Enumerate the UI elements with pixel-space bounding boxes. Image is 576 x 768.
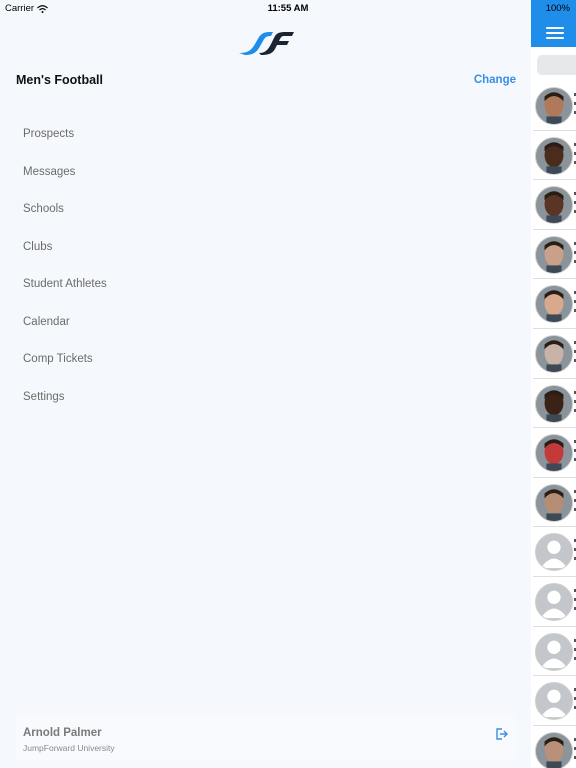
athlete-avatar (535, 186, 573, 225)
athlete-list-item[interactable] (533, 726, 576, 768)
athlete-avatar (535, 136, 573, 175)
nav-menu: Prospects Messages Schools Clubs Student Ath… (23, 120, 323, 420)
athlete-avatar (535, 582, 573, 621)
athlete-list-item[interactable] (533, 230, 576, 280)
team-title: Men's Football (16, 73, 103, 87)
nav-item-calendar[interactable]: Calendar (23, 308, 323, 346)
nav-item-messages[interactable]: Messages (23, 158, 323, 196)
battery-indicator: 100% (546, 3, 570, 14)
athlete-avatar (535, 235, 573, 274)
athlete-list-item[interactable] (533, 379, 576, 429)
athlete-list (531, 81, 576, 768)
team-header: Men's Football Change (16, 73, 516, 91)
status-time: 11:55 AM (267, 3, 309, 14)
athlete-avatar (535, 334, 573, 373)
nav-item-clubs[interactable]: Clubs (23, 233, 323, 271)
athlete-list-item[interactable] (533, 428, 576, 478)
battery-percent: 100% (545, 3, 570, 14)
athlete-list-item[interactable] (533, 81, 576, 131)
athlete-list-item[interactable] (533, 478, 576, 528)
athlete-list-item[interactable] (533, 279, 576, 329)
nav-item-schools[interactable]: Schools (23, 195, 323, 233)
user-name: Arnold Palmer (23, 727, 102, 739)
athlete-avatar (535, 434, 573, 473)
athlete-list-item[interactable] (533, 131, 576, 181)
athlete-avatar (535, 632, 573, 671)
athlete-avatar (535, 483, 573, 522)
athlete-avatar (535, 682, 573, 721)
athlete-list-item[interactable] (533, 329, 576, 379)
nav-item-prospects[interactable]: Prospects (23, 120, 323, 158)
athlete-avatar (535, 533, 573, 572)
athlete-avatar (535, 87, 573, 125)
athlete-list-item[interactable] (533, 577, 576, 627)
athlete-list-panel (531, 0, 576, 768)
status-bar: Carrier 11:55 AM 100% (0, 0, 576, 16)
athlete-list-item[interactable] (533, 676, 576, 726)
nav-item-settings[interactable]: Settings (23, 383, 323, 421)
athlete-list-item[interactable] (533, 627, 576, 677)
athlete-avatar (535, 285, 573, 324)
search-input[interactable] (537, 55, 576, 75)
athlete-list-item[interactable] (533, 180, 576, 230)
app-logo (239, 32, 294, 55)
nav-item-comp-tickets[interactable]: Comp Tickets (23, 345, 323, 383)
user-organization: JumpForward University (23, 743, 115, 753)
side-drawer: Men's Football Change Prospects Messages S… (0, 0, 531, 768)
athlete-list-item[interactable] (533, 527, 576, 577)
hamburger-menu-icon[interactable] (546, 27, 564, 39)
nav-item-student-athletes[interactable]: Student Athletes (23, 270, 323, 308)
user-footer: Arnold Palmer JumpForward University (16, 714, 516, 760)
athlete-avatar (535, 731, 573, 768)
athlete-avatar (535, 384, 573, 423)
logout-icon[interactable] (494, 727, 508, 741)
change-team-link[interactable]: Change (474, 74, 516, 86)
